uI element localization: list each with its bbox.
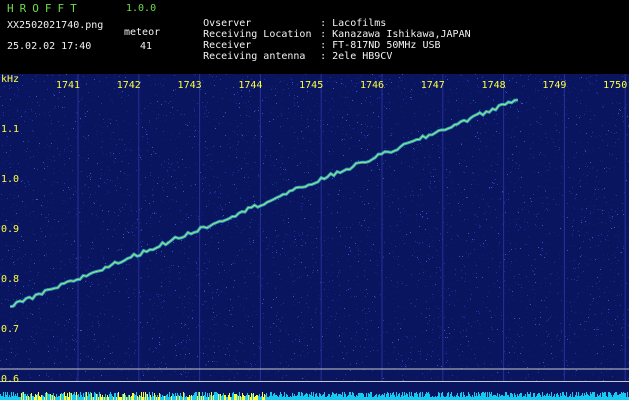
x-tick-label: 1746 <box>359 80 385 91</box>
antenna-value: : 2ele HB9CV <box>320 51 393 62</box>
x-tick-label: 1744 <box>238 80 263 91</box>
x-tick-label: 1748 <box>481 80 506 91</box>
spectrogram <box>0 74 629 400</box>
meteor-label: meteor <box>124 27 161 38</box>
app-version: 1.0.0 <box>126 3 157 14</box>
header-panel: HROFFT 1.0.0 XX2502021740.png 25.02.02 1… <box>0 0 629 74</box>
meteor-count: 41 <box>140 41 153 52</box>
x-tick-label: 1747 <box>420 80 445 91</box>
y-tick-label: 1.0 <box>1 174 20 185</box>
antenna-row: Receiving antenna : 2ele HB9CV <box>179 40 392 73</box>
filename: XX2502021740.png <box>7 20 104 31</box>
y-tick-label: 0.8 <box>1 274 20 285</box>
antenna-label: Receiving antenna <box>203 51 306 62</box>
x-tick-label: 1749 <box>542 80 567 91</box>
datetime: 25.02.02 17:40 <box>7 41 92 52</box>
app-name: HROFFT <box>7 2 83 15</box>
y-tick-label: 1.1 <box>1 124 20 135</box>
y-tick-label: 0.6 <box>1 374 20 385</box>
x-tick-label: 1743 <box>177 80 202 91</box>
y-tick-label: 0.7 <box>1 324 20 335</box>
x-tick-label: 1741 <box>55 80 81 91</box>
x-tick-label: 1745 <box>299 80 324 91</box>
x-tick-label: 1750 <box>603 80 628 91</box>
y-tick-label: 0.9 <box>1 224 20 235</box>
y-unit-label: kHz <box>1 74 20 85</box>
x-tick-label: 1742 <box>116 80 141 91</box>
